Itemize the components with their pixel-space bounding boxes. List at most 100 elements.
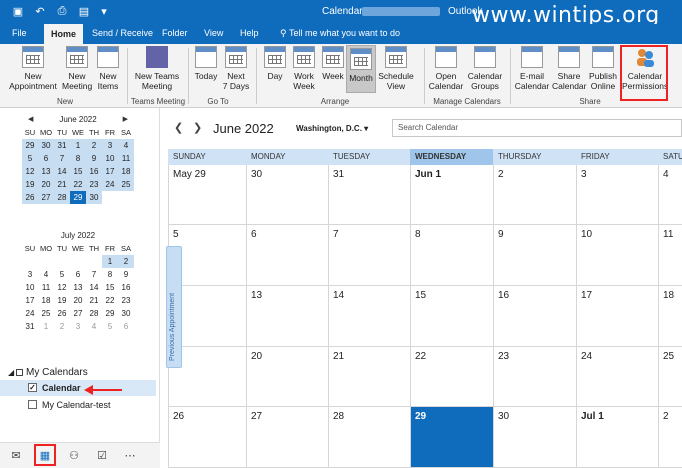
mini-day-cell[interactable]: 5 [54, 268, 70, 281]
menu-send-receive[interactable]: Send / Receive [92, 28, 153, 38]
mini-day-cell[interactable]: 11 [38, 281, 54, 294]
mini-day-cell[interactable]: 17 [22, 294, 38, 307]
mini-day-cell[interactable]: 22 [102, 294, 118, 307]
next-month-icon[interactable]: ▶ [123, 114, 128, 126]
open-calendar-button[interactable]: Open Calendar [428, 46, 464, 91]
day-cell[interactable]: 30 [493, 407, 576, 468]
mini-day-cell[interactable]: 3 [22, 268, 38, 281]
mini-day-cell[interactable]: 25 [38, 307, 54, 320]
mini-day-cell[interactable]: 15 [70, 165, 86, 178]
day-cell[interactable]: 9 [493, 225, 576, 286]
mini-day-cell[interactable]: 14 [54, 165, 70, 178]
calendar-checkbox[interactable] [28, 400, 37, 409]
people-icon[interactable]: ⚇ [66, 449, 82, 463]
day-cell[interactable]: 29 [410, 407, 493, 468]
day-cell[interactable]: 26 [168, 407, 246, 468]
mini-day-cell[interactable]: 13 [38, 165, 54, 178]
mini-day-cell[interactable] [54, 255, 70, 268]
mini-day-cell[interactable]: 27 [38, 191, 54, 204]
day-cell[interactable]: Jul 1 [576, 407, 658, 468]
day-cell[interactable]: 22 [410, 347, 493, 407]
mini-day-cell[interactable]: 8 [102, 268, 118, 281]
mini-day-cell[interactable]: 28 [86, 307, 102, 320]
mini-day-cell[interactable]: 1 [102, 255, 118, 268]
mini-day-cell[interactable]: 2 [118, 255, 134, 268]
mini-day-cell[interactable]: 6 [118, 320, 134, 333]
day-cell[interactable]: 23 [493, 347, 576, 407]
day-cell[interactable]: 16 [493, 286, 576, 347]
day-cell[interactable]: 25 [658, 347, 682, 407]
mini-day-cell[interactable]: 28 [54, 191, 70, 204]
mini-day-cell[interactable]: 29 [70, 191, 86, 204]
day-cell[interactable]: Jun 1 [410, 165, 493, 225]
mini-day-cell[interactable]: 29 [102, 307, 118, 320]
mini-day-cell[interactable]: 25 [118, 178, 134, 191]
mini-day-cell[interactable]: 16 [118, 281, 134, 294]
mini-day-cell[interactable] [102, 191, 118, 204]
menu-view[interactable]: View [204, 28, 223, 38]
prev-month-icon[interactable]: ◀ [28, 114, 33, 126]
mini-day-cell[interactable]: 3 [70, 320, 86, 333]
day-cell[interactable]: 30 [246, 165, 328, 225]
new-meeting-button[interactable]: New Meeting [62, 46, 92, 91]
day-cell[interactable]: 15 [410, 286, 493, 347]
next-month-arrow-icon[interactable]: ❯ [193, 121, 202, 134]
mini-day-cell[interactable]: 22 [70, 178, 86, 191]
mini-day-cell[interactable]: 9 [86, 152, 102, 165]
mini-day-cell[interactable] [118, 191, 134, 204]
mini-day-cell[interactable]: 24 [22, 307, 38, 320]
day-cell[interactable]: 8 [410, 225, 493, 286]
day-cell[interactable]: 27 [246, 407, 328, 468]
day-cell[interactable]: 7 [328, 225, 410, 286]
mini-day-cell[interactable]: 3 [102, 139, 118, 152]
mini-day-cell[interactable]: 21 [54, 178, 70, 191]
mini-day-cell[interactable]: 6 [38, 152, 54, 165]
publish-online-button[interactable]: Publish Online [586, 46, 620, 91]
collapse-icon[interactable]: ◢ [8, 366, 14, 380]
day-cell[interactable]: 17 [576, 286, 658, 347]
mini-day-cell[interactable]: 18 [38, 294, 54, 307]
mini-day-cell[interactable]: 7 [54, 152, 70, 165]
day-cell[interactable]: 3 [576, 165, 658, 225]
location-dropdown[interactable]: Washington, D.C. ▾ [296, 124, 368, 133]
day-cell[interactable]: 2 [658, 407, 682, 468]
email-calendar-button[interactable]: E-mail Calendar [514, 46, 550, 91]
calendar-item-calendar[interactable]: ✓ Calendar [0, 380, 156, 396]
calendar-groups-button[interactable]: Calendar Groups [466, 46, 504, 91]
mini-day-cell[interactable]: 1 [38, 320, 54, 333]
work-week-button[interactable]: Work Week [290, 46, 318, 91]
mini-day-cell[interactable]: 29 [22, 139, 38, 152]
menu-help[interactable]: Help [240, 28, 259, 38]
mini-day-cell[interactable]: 11 [118, 152, 134, 165]
print-icon[interactable]: ⎙ [54, 3, 70, 19]
schedule-view-button[interactable]: Schedule View [378, 46, 414, 91]
new-items-button[interactable]: New Items [94, 46, 122, 91]
mini-day-cell[interactable]: 5 [102, 320, 118, 333]
day-cell[interactable]: 6 [246, 225, 328, 286]
mini-day-cell[interactable]: 4 [38, 268, 54, 281]
mini-day-cell[interactable]: 7 [86, 268, 102, 281]
mini-day-cell[interactable]: 4 [118, 139, 134, 152]
undo-icon[interactable]: ↶ [32, 3, 48, 19]
day-cell[interactable]: May 29 [168, 165, 246, 225]
mail-icon[interactable]: ✉ [8, 449, 24, 463]
my-calendars-header[interactable]: ◢ My Calendars [6, 366, 156, 380]
mini-day-cell[interactable] [70, 255, 86, 268]
day-cell[interactable]: 11 [658, 225, 682, 286]
mini-day-cell[interactable]: 12 [22, 165, 38, 178]
save-icon[interactable]: ▣ [10, 3, 26, 19]
mini-day-cell[interactable]: 19 [54, 294, 70, 307]
week-view-button[interactable]: Week [320, 46, 346, 81]
day-cell[interactable]: 4 [658, 165, 682, 225]
mini-day-cell[interactable] [22, 255, 38, 268]
day-cell[interactable]: 20 [246, 347, 328, 407]
customize-icon[interactable]: ▾ [96, 3, 112, 19]
new-teams-meeting-button[interactable]: New Teams Meeting [132, 46, 182, 91]
day-view-button[interactable]: Day [262, 46, 288, 81]
mini-day-cell[interactable]: 12 [54, 281, 70, 294]
mini-day-cell[interactable]: 13 [70, 281, 86, 294]
day-cell[interactable]: 24 [576, 347, 658, 407]
calendar-item-my-calendar-test[interactable]: My Calendar-test [0, 397, 156, 413]
day-cell[interactable]: 14 [328, 286, 410, 347]
mini-day-cell[interactable]: 1 [70, 139, 86, 152]
